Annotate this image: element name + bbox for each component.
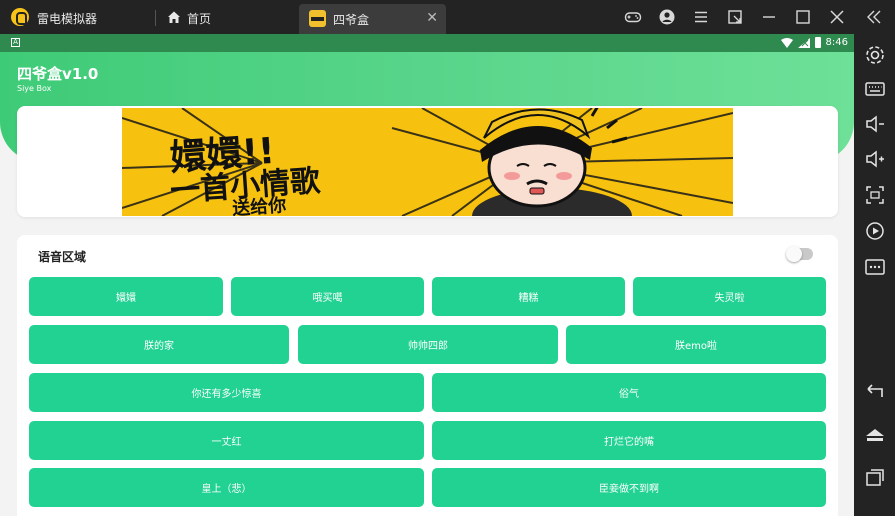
voice-button[interactable]: 糟糕	[432, 277, 625, 316]
tab-home-label: 首页	[187, 12, 212, 26]
tab-home[interactable]: 首页	[163, 0, 293, 34]
banner-text-line3: 送给你	[231, 194, 287, 216]
voice-button[interactable]: 打烂它的嘴	[432, 421, 826, 460]
voice-button[interactable]: 臣妾做不到啊	[432, 468, 826, 507]
user-icon[interactable]	[658, 8, 676, 26]
voice-button[interactable]: 帅帅四郎	[298, 325, 558, 364]
recents-icon[interactable]	[864, 466, 886, 488]
screen-resize-icon[interactable]	[864, 184, 886, 206]
voice-button[interactable]: 皇上（悲）	[29, 468, 424, 507]
tab-siye-box[interactable]: 四爷盒 ✕	[299, 4, 446, 34]
voice-button[interactable]: 你还有多少惊喜	[29, 373, 424, 412]
popout-icon[interactable]	[726, 8, 744, 26]
maximize-icon[interactable]	[794, 8, 812, 26]
close-tab-icon[interactable]: ✕	[426, 10, 438, 26]
menu-icon[interactable]	[692, 8, 710, 26]
voice-section-toggle[interactable]	[786, 246, 813, 262]
app-name: 雷电模拟器	[37, 12, 98, 26]
siye-box-app-icon	[309, 10, 326, 27]
app-title: 四爷盒v1.0	[17, 65, 99, 83]
title-divider	[155, 10, 156, 26]
notification-icon: A	[11, 38, 20, 47]
tab-siye-box-label: 四爷盒	[333, 13, 370, 27]
volume-down-icon[interactable]	[864, 113, 886, 135]
home-icon[interactable]	[864, 424, 886, 446]
emulator-title-bar: 雷电模拟器 首页 四爷盒 ✕	[0, 0, 895, 34]
volume-up-icon[interactable]	[864, 148, 886, 170]
voice-button[interactable]: 俗气	[432, 373, 826, 412]
voice-button[interactable]: 一丈红	[29, 421, 424, 460]
voice-section-title: 语音区域	[38, 250, 87, 264]
voice-button[interactable]: 嬛嬛	[29, 277, 223, 316]
emulator-side-toolbar	[854, 34, 895, 516]
banner-image[interactable]: 嬛嬛!! 一首小情歌 送给你	[122, 108, 733, 216]
more-icon[interactable]	[864, 256, 886, 278]
gamepad-icon[interactable]	[624, 8, 642, 26]
app-subtitle: Siye Box	[17, 84, 52, 93]
android-screen: A 8:46 四爷盒v1.0 Siye Box 嬛嬛!! 一首小情歌 送给你 语…	[0, 34, 854, 516]
voice-button[interactable]: 朕emo啦	[566, 325, 826, 364]
status-time: 8:46	[825, 37, 848, 48]
signal-icon	[797, 37, 810, 48]
replay-icon[interactable]	[864, 220, 886, 242]
voice-button[interactable]: 哦买噶	[231, 277, 424, 316]
back-icon[interactable]	[864, 380, 886, 402]
voice-section-card: 语音区域 嬛嬛 哦买噶 糟糕 失灵啦 朕的家 帅帅四郎 朕emo啦 你还有多少惊…	[17, 235, 838, 516]
ldplayer-logo-icon	[11, 8, 29, 26]
keyboard-icon[interactable]	[864, 78, 886, 100]
close-icon[interactable]	[828, 8, 846, 26]
settings-icon[interactable]	[864, 44, 886, 66]
android-status-bar: A 8:46	[0, 34, 854, 52]
battery-icon	[814, 37, 821, 48]
wifi-icon	[780, 37, 793, 48]
voice-button[interactable]: 失灵啦	[633, 277, 826, 316]
voice-button[interactable]: 朕的家	[29, 325, 289, 364]
banner-card: 嬛嬛!! 一首小情歌 送给你	[17, 106, 838, 217]
minimize-icon[interactable]	[760, 8, 778, 26]
home-icon	[168, 11, 180, 23]
collapse-icon[interactable]	[865, 8, 883, 26]
